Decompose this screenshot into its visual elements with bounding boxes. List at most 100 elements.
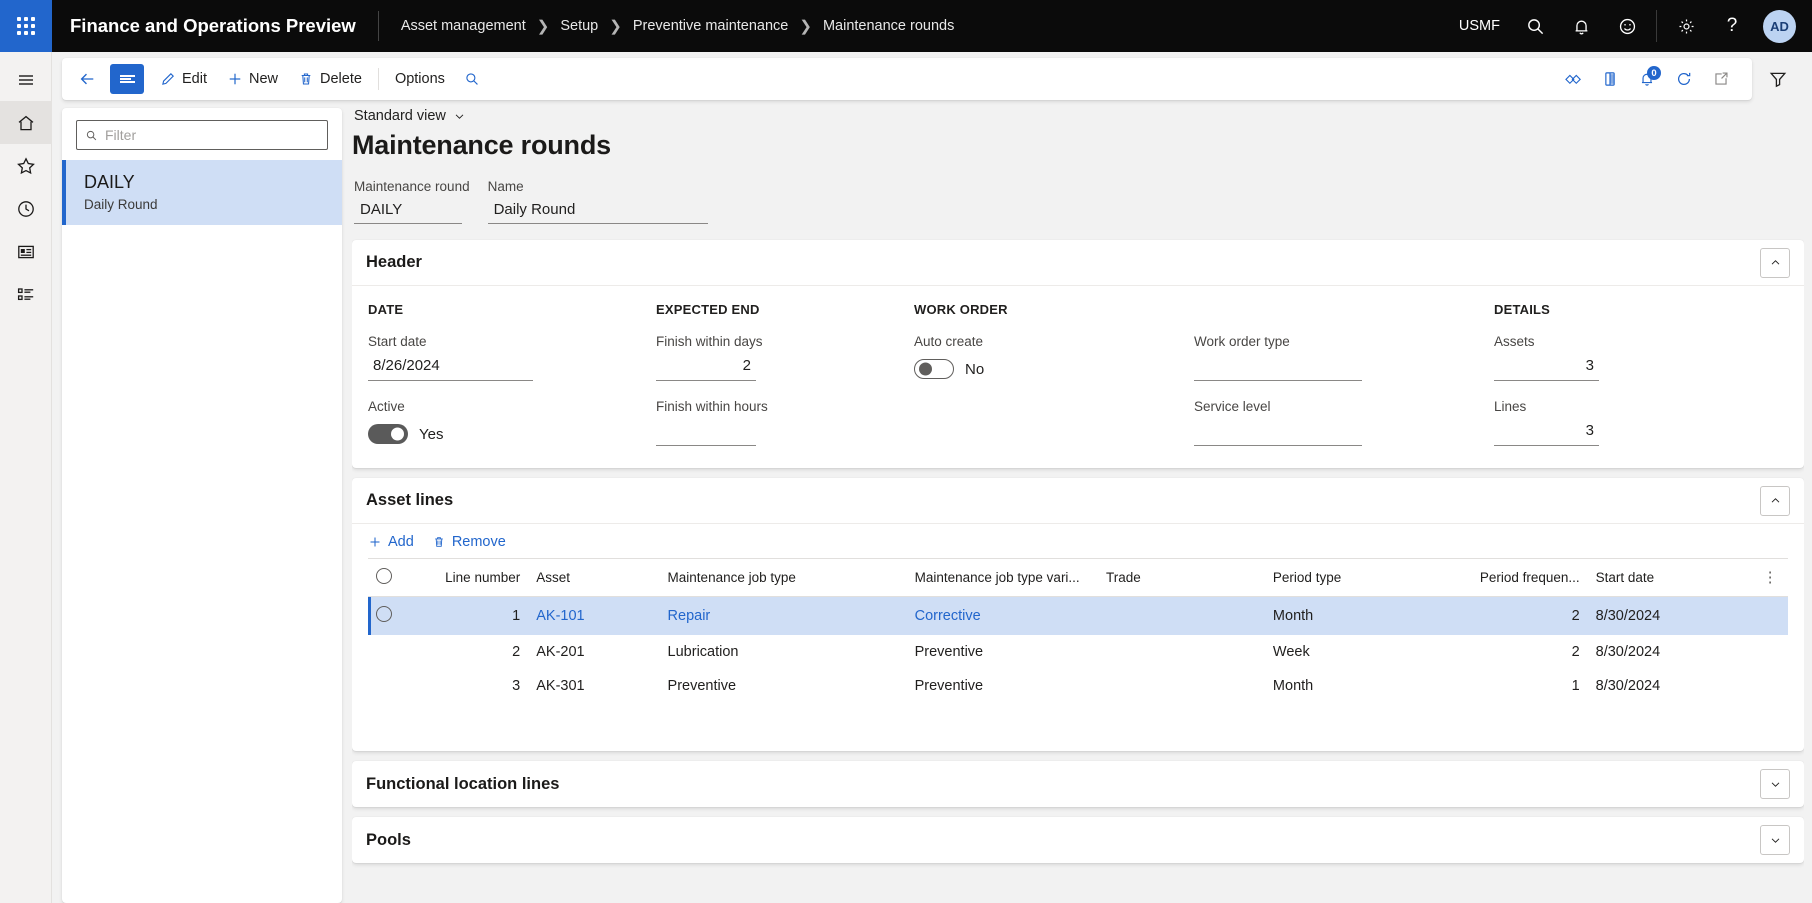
col-maintenance-job-type-variant[interactable]: Maintenance job type vari... <box>906 558 1098 597</box>
cell-job-type-variant[interactable]: Preventive <box>907 635 1098 669</box>
delete-button[interactable]: Delete <box>288 64 372 94</box>
favorites-star-icon[interactable] <box>0 144 52 187</box>
list-item-title: DAILY <box>84 172 135 192</box>
col-period-frequency[interactable]: Period frequen... <box>1456 558 1588 597</box>
edit-button-label: Edit <box>182 71 207 87</box>
chevron-down-icon <box>1771 781 1779 787</box>
table-row[interactable]: 2 AK-201 Lubrication Preventive Week 2 8… <box>368 635 1788 669</box>
col-start-date[interactable]: Start date <box>1587 558 1755 597</box>
cell-job-type-variant[interactable]: Preventive <box>907 669 1098 703</box>
remove-line-button[interactable]: Remove <box>432 534 506 550</box>
refresh-icon[interactable] <box>1667 64 1701 94</box>
row-radio[interactable] <box>376 606 392 622</box>
breadcrumb-item-asset-management[interactable]: Asset management <box>401 18 526 34</box>
filter-input-field[interactable] <box>105 127 319 143</box>
table-row[interactable]: 1 AK-101 Repair Corrective Month 2 8/30/… <box>368 596 1788 635</box>
expand-functional-location-lines-button[interactable] <box>1760 769 1790 799</box>
list-item[interactable]: DAILY Daily Round <box>62 160 342 225</box>
col-maintenance-job-type[interactable]: Maintenance job type <box>659 558 907 597</box>
table-row[interactable]: 3 AK-301 Preventive Preventive Month 1 8… <box>368 669 1788 703</box>
header-col-details: DETAILS Assets 3 Lines 3 <box>1494 302 1694 448</box>
collapse-asset-lines-button[interactable] <box>1760 485 1790 516</box>
cell-start-date: 8/30/2024 <box>1595 644 1661 660</box>
finish-within-hours-value[interactable] <box>656 420 756 446</box>
bell-icon[interactable] <box>1558 0 1604 52</box>
row-select-cell[interactable] <box>368 596 417 635</box>
gear-icon[interactable] <box>1663 0 1709 52</box>
name-value[interactable]: Daily Round <box>487 199 708 224</box>
view-selector[interactable]: Standard view <box>352 108 1804 124</box>
search-input[interactable] <box>76 120 328 150</box>
avatar[interactable]: AD <box>1763 9 1796 43</box>
search-icon[interactable] <box>1512 0 1558 52</box>
show-list-icon[interactable] <box>110 64 144 94</box>
hamburger-menu-icon[interactable] <box>0 58 52 101</box>
options-button[interactable]: Options <box>385 64 455 94</box>
attachments-icon[interactable] <box>1593 64 1627 94</box>
service-level-value[interactable] <box>1194 420 1362 446</box>
search-icon[interactable] <box>455 64 489 94</box>
asset-lines-head[interactable]: Asset lines <box>352 478 1804 524</box>
chevron-down-icon <box>1771 837 1779 843</box>
functional-location-lines-fasttab[interactable]: Functional location lines <box>352 761 1804 807</box>
open-in-new-window-icon[interactable] <box>1704 64 1738 94</box>
workspaces-icon[interactable] <box>0 230 52 273</box>
cell-asset[interactable]: AK-301 <box>528 669 659 703</box>
col-line-number[interactable]: Line number <box>416 558 529 597</box>
col-asset[interactable]: Asset <box>528 558 660 597</box>
expand-pools-button[interactable] <box>1760 825 1790 855</box>
notifications-icon[interactable]: 0 <box>1630 64 1664 94</box>
breadcrumb-item-preventive-maintenance[interactable]: Preventive maintenance <box>633 18 789 34</box>
filter-pane-toggle[interactable] <box>1752 58 1804 100</box>
asset-lines-grid: Line number Asset Maintenance job type M… <box>368 558 1788 737</box>
lines-value[interactable]: 3 <box>1494 420 1599 446</box>
col-period-type[interactable]: Period type <box>1264 558 1457 597</box>
row-select-cell[interactable] <box>368 635 417 669</box>
top-navigation-bar: Finance and Operations Preview Asset man… <box>0 0 1812 52</box>
edit-button[interactable]: Edit <box>150 64 217 94</box>
assets-value[interactable]: 3 <box>1494 355 1599 381</box>
cell-asset[interactable]: AK-201 <box>528 635 659 669</box>
asset-lines-fasttab: Asset lines Add Remove Line number Asset… <box>352 478 1804 751</box>
select-all-radio[interactable] <box>376 568 392 584</box>
add-line-button[interactable]: Add <box>368 534 414 550</box>
grid-options-icon[interactable]: ⋮ <box>1754 558 1788 597</box>
cell-asset[interactable]: AK-101 <box>528 596 660 635</box>
pools-head[interactable]: Pools <box>352 817 1804 863</box>
cell-job-type[interactable]: Lubrication <box>660 635 907 669</box>
view-selector-label: Standard view <box>354 108 446 124</box>
breadcrumb-item-setup[interactable]: Setup <box>560 18 598 34</box>
cell-job-type[interactable]: Preventive <box>660 669 907 703</box>
collapse-header-button[interactable] <box>1760 247 1790 278</box>
active-toggle[interactable] <box>368 424 408 444</box>
functional-location-lines-head[interactable]: Functional location lines <box>352 761 1804 807</box>
plus-icon <box>370 537 380 547</box>
col-trade[interactable]: Trade <box>1098 558 1265 597</box>
maintenance-round-value[interactable]: DAILY <box>354 199 462 224</box>
command-bar-divider <box>377 68 379 90</box>
header-fasttab-head[interactable]: Header <box>352 240 1804 286</box>
auto-create-toggle[interactable] <box>914 359 954 379</box>
lines-field: Lines 3 <box>1494 399 1694 446</box>
home-icon[interactable] <box>0 101 52 144</box>
finish-within-days-value[interactable]: 2 <box>656 355 756 381</box>
select-all-header[interactable] <box>368 558 417 597</box>
row-select-cell[interactable] <box>368 669 417 703</box>
cell-period-type: Week <box>1272 644 1310 660</box>
recent-clock-icon[interactable] <box>0 187 52 230</box>
help-question-icon[interactable]: ? <box>1709 0 1755 52</box>
modules-list-icon[interactable] <box>0 273 52 316</box>
back-arrow-icon[interactable] <box>70 64 104 94</box>
cell-job-type-variant[interactable]: Corrective <box>906 596 1098 635</box>
pools-fasttab[interactable]: Pools <box>352 817 1804 863</box>
auto-create-toggle-row: No <box>914 355 1194 383</box>
breadcrumb-item-maintenance-rounds[interactable]: Maintenance rounds <box>823 18 954 34</box>
new-button[interactable]: New <box>217 64 288 94</box>
cell-job-type[interactable]: Repair <box>659 596 907 635</box>
start-date-value[interactable]: 8/26/2024 <box>368 355 533 381</box>
work-order-type-value[interactable] <box>1194 355 1362 381</box>
company-selector[interactable]: USMF <box>1447 0 1512 52</box>
feedback-smiley-icon[interactable] <box>1604 0 1650 52</box>
personalize-icon[interactable] <box>1556 64 1590 94</box>
app-launcher-icon[interactable] <box>0 0 52 52</box>
